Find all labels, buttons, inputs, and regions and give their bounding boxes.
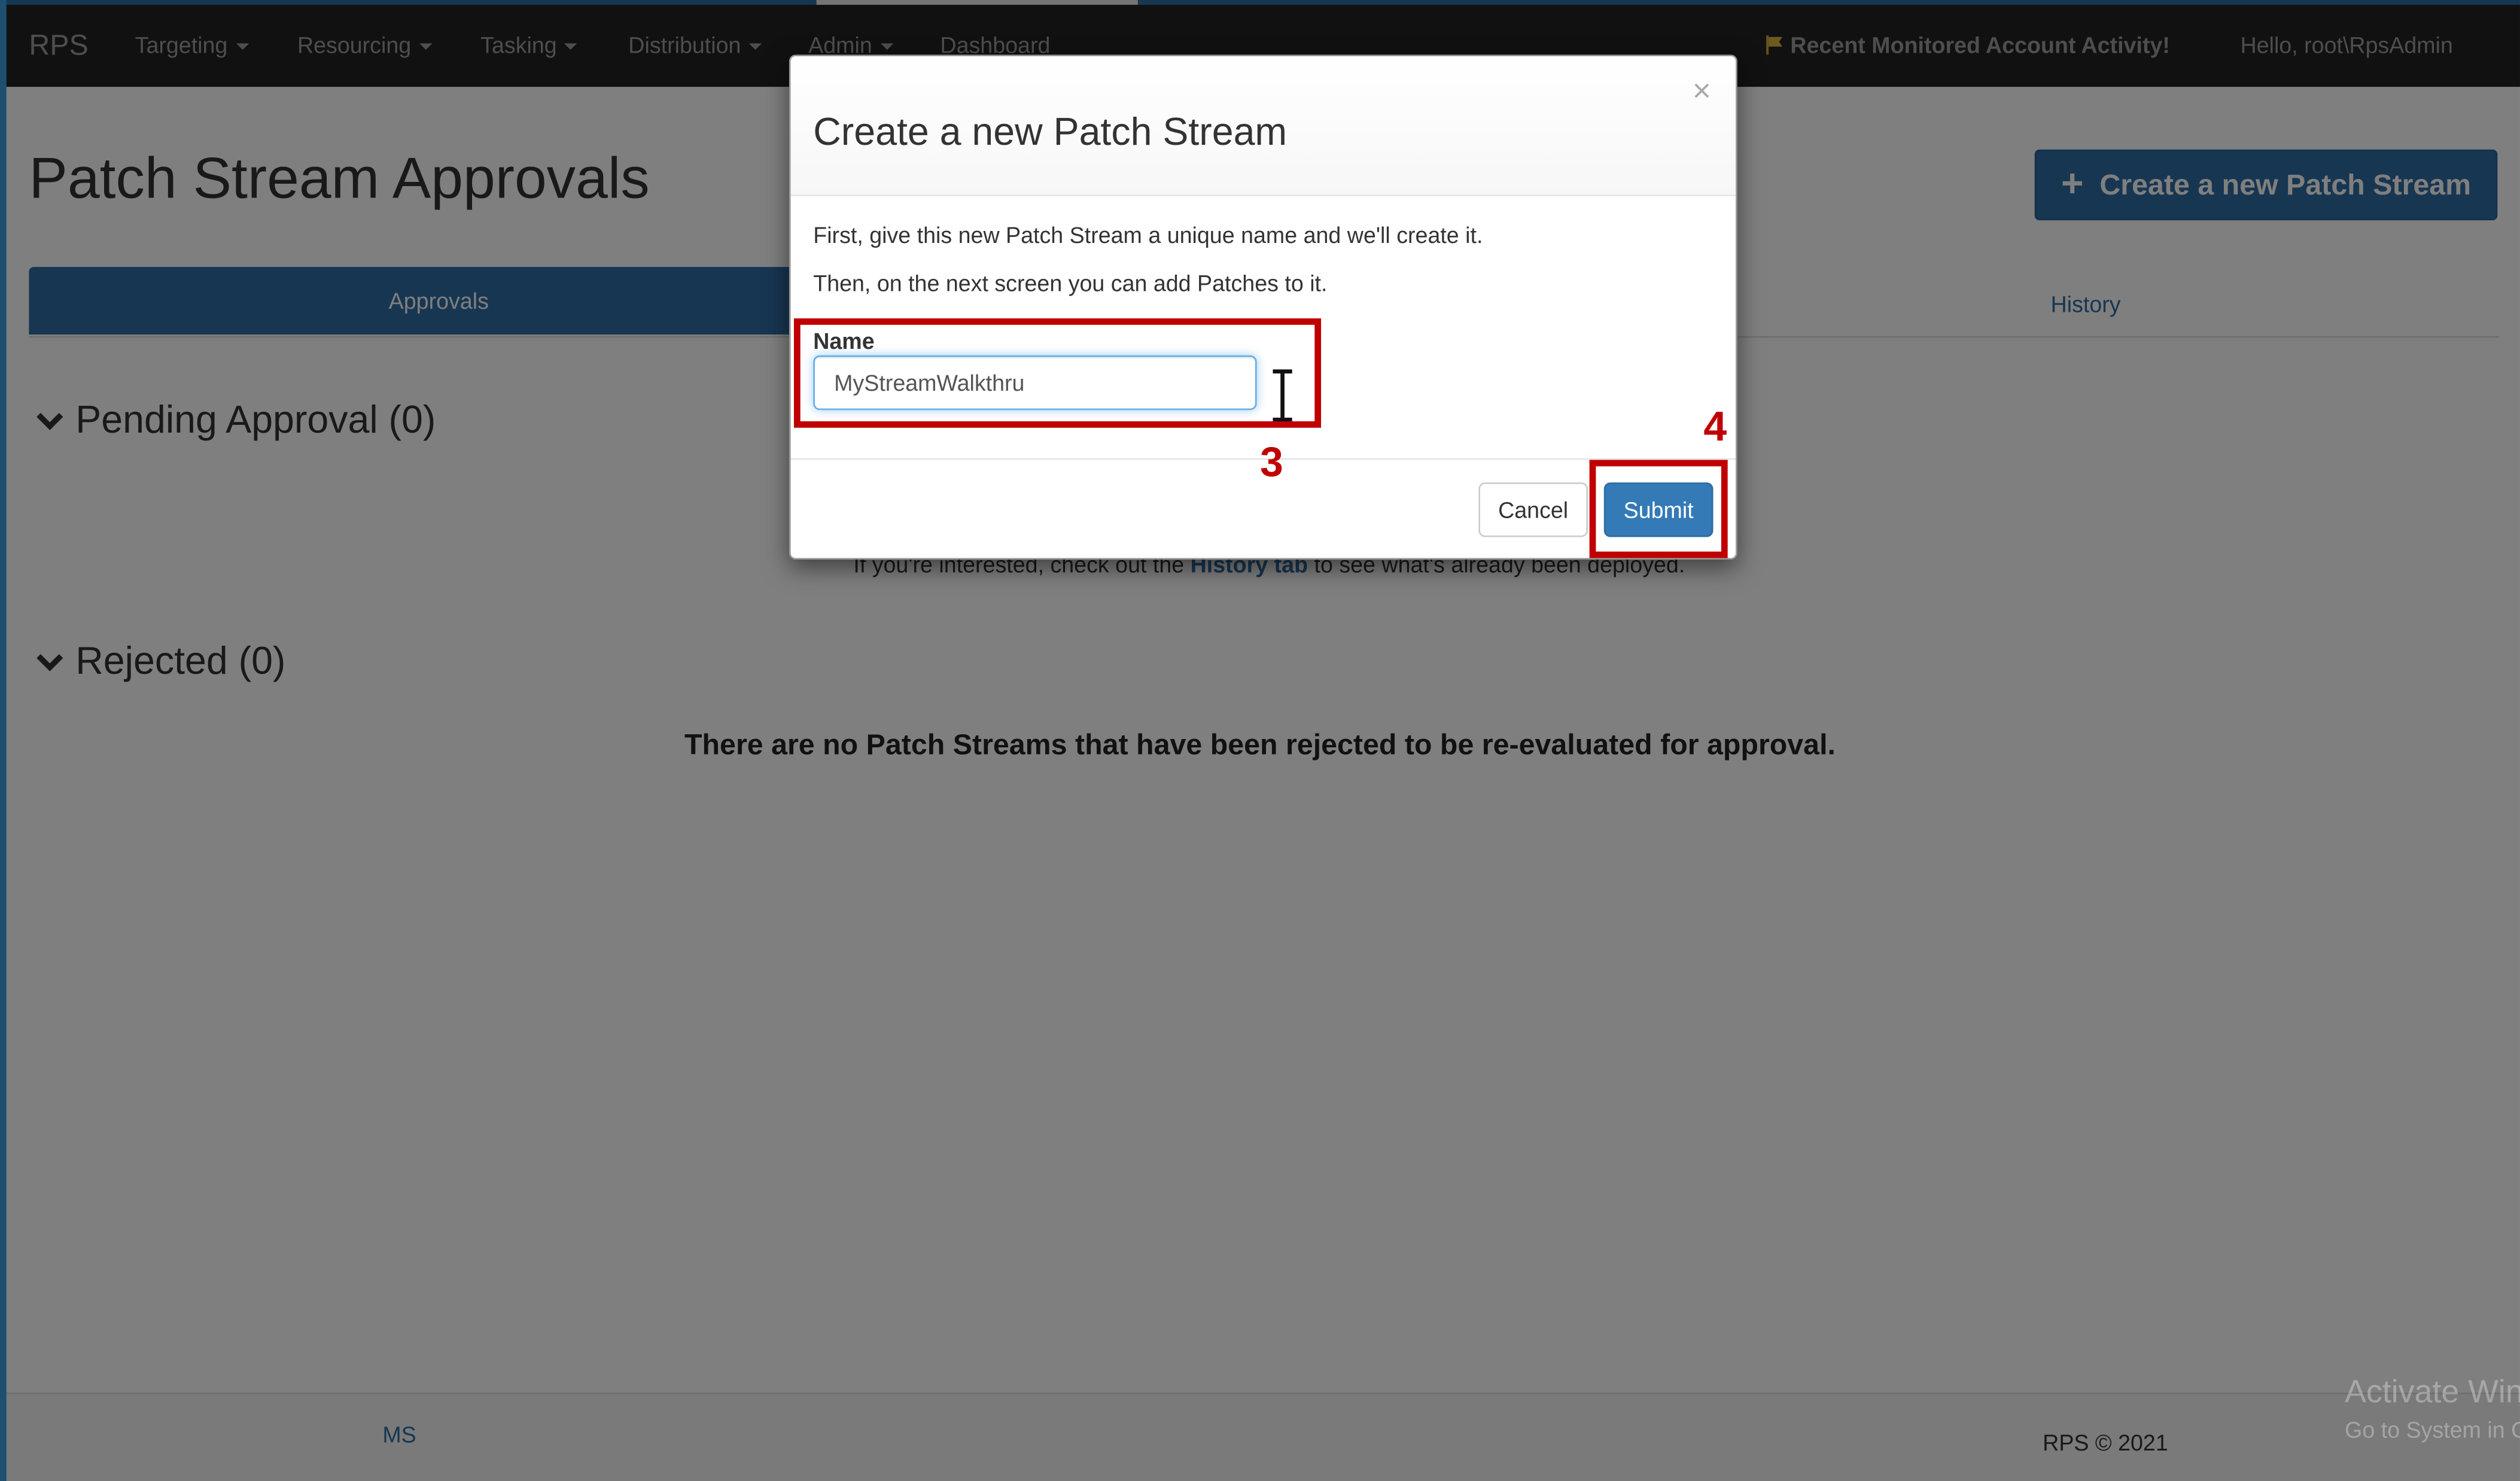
- watermark-title: Activate Windows: [2345, 1374, 2520, 1410]
- callout-number-4: 4: [1703, 402, 1727, 451]
- callout-number-3: 3: [1259, 437, 1283, 486]
- callout-box-name-field: [793, 318, 1322, 428]
- close-icon[interactable]: ×: [1693, 75, 1711, 108]
- screen: RPS Targeting Resourcing Tasking Distrib…: [0, 0, 2520, 1481]
- watermark-subtitle: Go to System in Control Panel to activat…: [2345, 1416, 2520, 1443]
- callout-box-submit: [1589, 460, 1728, 558]
- dialog-header: Create a new Patch Stream ×: [790, 56, 1736, 196]
- activate-windows-watermark: Activate Windows Go to System in Control…: [2345, 1375, 2520, 1443]
- dialog-intro-line-1: First, give this new Patch Stream a uniq…: [813, 221, 1483, 248]
- dialog-intro-line-2: Then, on the next screen you can add Pat…: [813, 270, 1328, 296]
- cancel-button[interactable]: Cancel: [1478, 482, 1588, 537]
- dialog-title: Create a new Patch Stream: [813, 111, 1288, 154]
